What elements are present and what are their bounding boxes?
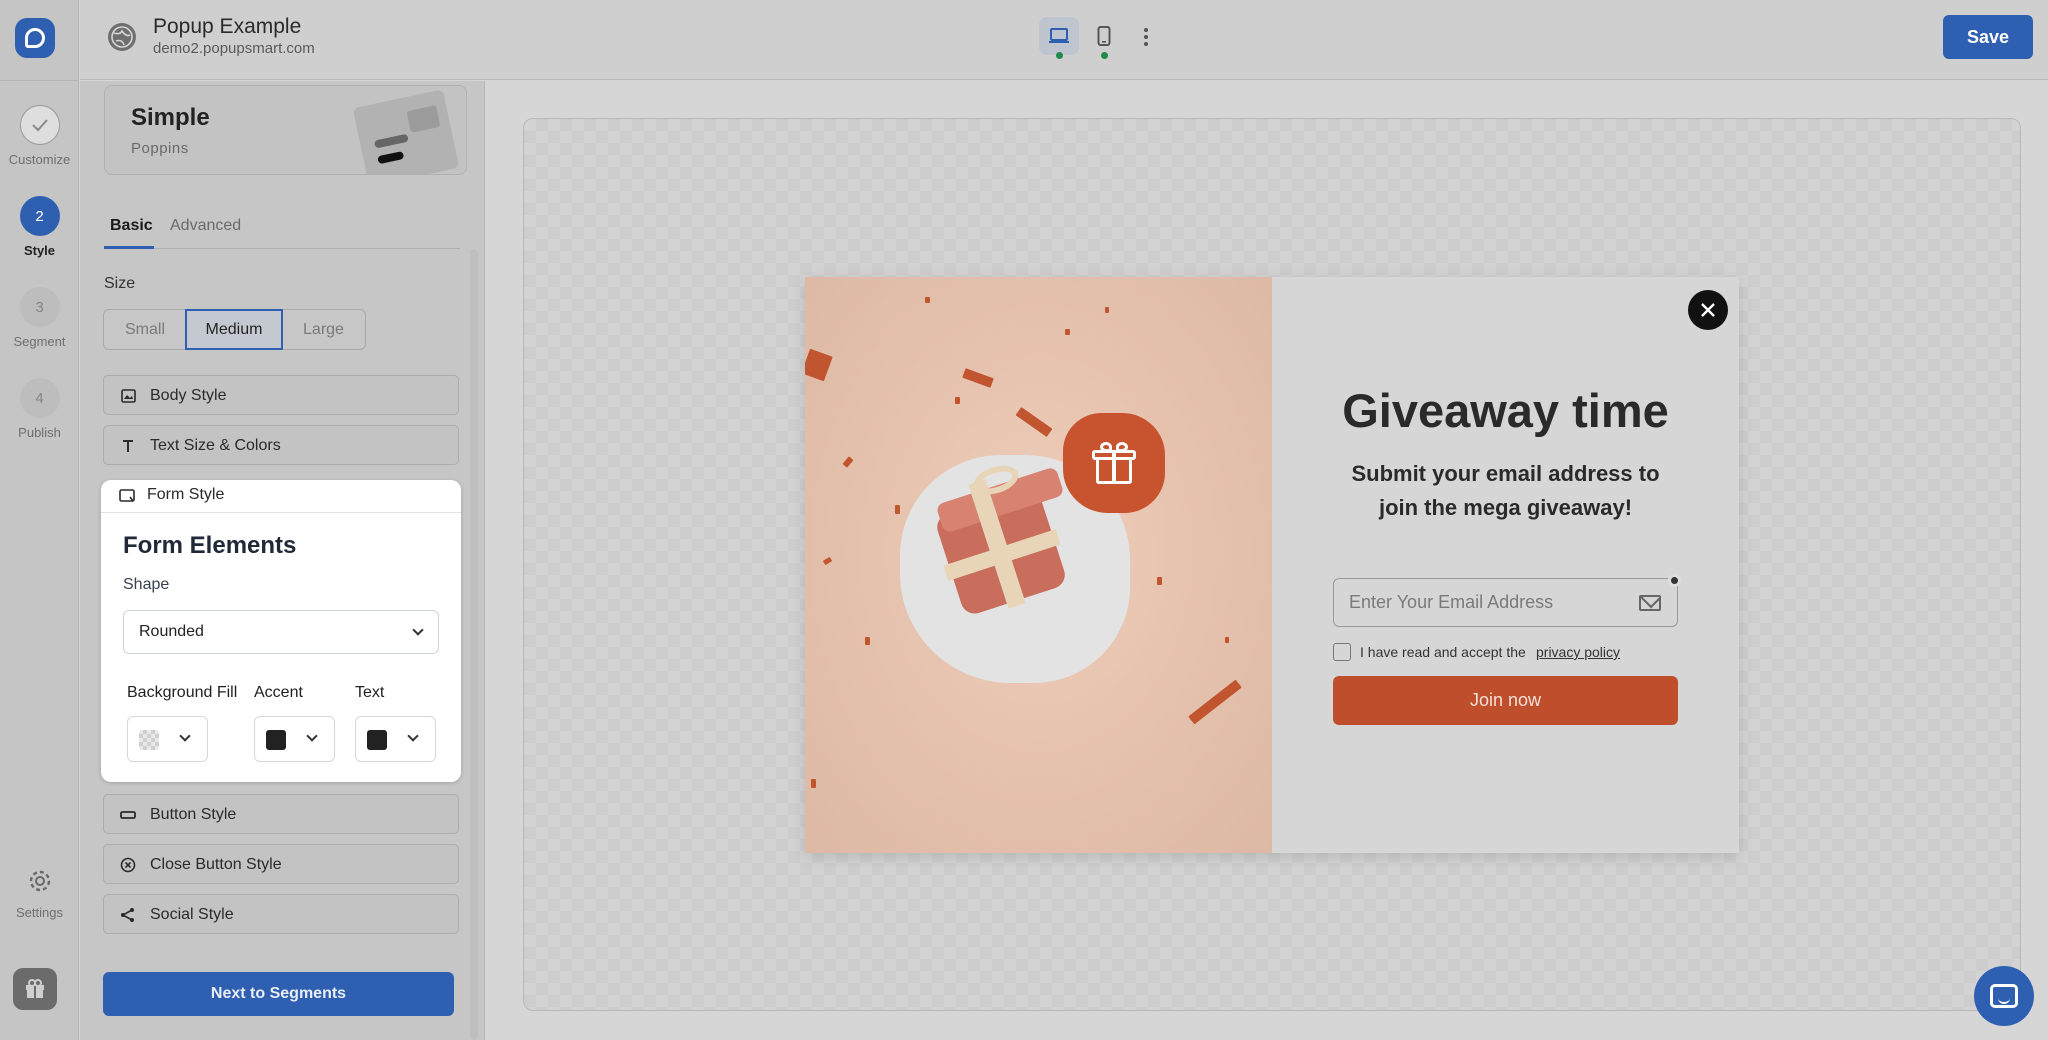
size-option-small[interactable]: Small <box>103 309 187 350</box>
section-label: Close Button Style <box>150 856 282 873</box>
step-label: Style <box>23 243 56 258</box>
accent-color-picker[interactable] <box>254 716 335 762</box>
color-swatch <box>367 730 387 750</box>
step-customize[interactable]: Customize <box>0 105 79 167</box>
chevron-down-icon <box>179 730 191 742</box>
section-label: Form Style <box>147 486 225 503</box>
join-now-button[interactable]: Join now <box>1333 676 1678 725</box>
size-option-large[interactable]: Large <box>281 309 366 350</box>
check-icon <box>19 105 60 145</box>
close-button-style-section[interactable]: Close Button Style <box>103 844 459 884</box>
section-label: Body Style <box>150 387 227 404</box>
form-style-header[interactable]: Form Style <box>101 480 461 513</box>
step-style[interactable]: 2 Style <box>0 196 79 258</box>
step-segment[interactable]: 3 Segment <box>0 287 79 349</box>
step-number: 2 <box>19 196 60 236</box>
step-label: Customize <box>8 152 71 167</box>
privacy-policy-link[interactable]: privacy policy <box>1536 644 1620 660</box>
save-button[interactable]: Save <box>1943 15 2033 59</box>
social-style-section[interactable]: Social Style <box>103 894 459 934</box>
top-header: Popup Example demo2.popupsmart.com Save <box>80 0 2048 80</box>
chevron-down-icon <box>407 730 419 742</box>
button-icon <box>120 807 136 823</box>
rail-divider <box>0 80 79 81</box>
background-fill-label: Background Fill <box>127 684 238 701</box>
tab-advanced[interactable]: Advanced <box>170 217 241 235</box>
theme-name: Simple <box>131 104 210 131</box>
consent-checkbox[interactable] <box>1333 643 1351 661</box>
text-color-label: Text <box>355 684 385 701</box>
theme-font: Poppins <box>131 140 189 157</box>
form-elements-title: Form Elements <box>123 532 297 559</box>
chevron-down-icon <box>306 730 318 742</box>
site-url: demo2.popupsmart.com <box>153 40 315 57</box>
close-circle-icon <box>120 857 136 873</box>
text-icon <box>120 438 136 454</box>
style-panel: Simple Poppins Basic Advanced Size Small… <box>80 81 485 1040</box>
element-handle[interactable] <box>1668 574 1681 587</box>
size-option-medium[interactable]: Medium <box>185 309 283 350</box>
consent-text: I have read and accept the <box>1360 644 1526 660</box>
popup-title-label: Popup Example <box>153 15 302 38</box>
tab-basic[interactable]: Basic <box>110 217 153 235</box>
gift-icon[interactable] <box>13 968 57 1010</box>
popup-subheadline: Submit your email address to join the me… <box>1351 461 1660 520</box>
more-options-icon[interactable] <box>1136 24 1156 50</box>
size-label: Size <box>104 275 136 292</box>
left-rail: Customize 2 Style 3 Segment 4 Publish Se… <box>0 0 79 1040</box>
text-size-colors-section[interactable]: Text Size & Colors <box>103 425 459 465</box>
button-style-section[interactable]: Button Style <box>103 794 459 834</box>
active-tab-indicator <box>104 246 154 249</box>
close-icon <box>1701 303 1715 317</box>
color-swatch <box>266 730 286 750</box>
popupsmart-logo-icon[interactable] <box>15 18 55 58</box>
step-number: 3 <box>19 287 60 327</box>
step-label: Publish <box>18 425 61 440</box>
status-dot <box>1101 52 1108 59</box>
mobile-icon <box>1097 26 1111 46</box>
desktop-view-button[interactable] <box>1039 17 1079 59</box>
section-label: Button Style <box>150 806 237 823</box>
panel-scrollbar[interactable] <box>470 249 478 1040</box>
status-dot <box>1056 52 1063 59</box>
gift-badge-icon <box>1063 413 1165 513</box>
color-swatch <box>139 730 159 750</box>
globe-icon <box>108 23 136 51</box>
theme-card[interactable]: Simple Poppins <box>104 85 467 175</box>
popup-email-input[interactable]: Enter Your Email Address <box>1333 578 1678 627</box>
image-icon <box>120 388 136 404</box>
step-publish[interactable]: 4 Publish <box>0 378 79 440</box>
shape-select[interactable]: Rounded <box>123 610 439 654</box>
text-color-picker[interactable] <box>355 716 436 762</box>
step-number: 4 <box>19 378 60 418</box>
email-placeholder: Enter Your Email Address <box>1349 592 1554 612</box>
popup-preview: Giveaway time Submit your email address … <box>805 277 1739 853</box>
chat-icon <box>1990 984 2018 1008</box>
popup-image <box>805 277 1272 853</box>
chevron-down-icon <box>412 624 424 636</box>
form-icon <box>119 488 135 504</box>
section-label: Social Style <box>150 906 234 923</box>
section-label: Text Size & Colors <box>150 437 281 454</box>
popup-headline: Giveaway time <box>1342 384 1669 437</box>
mobile-view-button[interactable] <box>1084 17 1124 59</box>
chat-support-button[interactable] <box>1974 966 2034 1026</box>
form-style-section: Form Style Form Elements Shape Rounded B… <box>101 480 461 782</box>
popup-close-button[interactable] <box>1688 290 1728 330</box>
theme-thumbnail <box>352 89 460 174</box>
panel-tabs: Basic Advanced <box>104 205 460 249</box>
shape-label: Shape <box>123 576 170 593</box>
next-to-segments-button[interactable]: Next to Segments <box>103 972 454 1016</box>
gear-icon <box>29 870 50 892</box>
shape-value: Rounded <box>139 623 204 640</box>
share-icon <box>120 907 136 923</box>
accent-label: Accent <box>254 684 303 701</box>
body-style-section[interactable]: Body Style <box>103 375 459 415</box>
mail-icon <box>1639 595 1661 611</box>
settings-button[interactable]: Settings <box>0 868 79 920</box>
desktop-icon <box>1049 28 1069 43</box>
step-label: Segment <box>13 334 66 349</box>
settings-label: Settings <box>16 905 63 920</box>
background-fill-picker[interactable] <box>127 716 208 762</box>
